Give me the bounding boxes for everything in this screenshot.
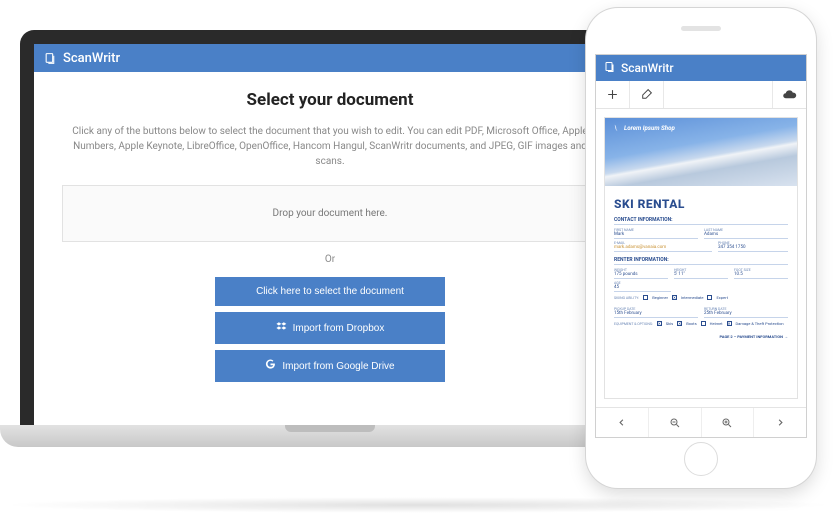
google-icon (265, 359, 276, 373)
dropzone[interactable]: Drop your document here. (62, 185, 598, 242)
app-name: ScanWritr (63, 51, 120, 66)
next-page-button[interactable] (754, 408, 806, 437)
phone-bottom-toolbar (596, 407, 806, 437)
laptop-device: ScanWritr Select your document Click any… (20, 30, 640, 447)
select-document-button[interactable]: Click here to select the document (215, 277, 445, 306)
opt-beginner: Beginner (652, 295, 668, 300)
erase-button[interactable] (630, 81, 664, 108)
document-viewport[interactable]: Lorem Ipsum Shop SKI RENTAL CONTACT INFO… (596, 109, 806, 407)
opt-helmet: Helmet (710, 321, 723, 326)
opt-protection: Damage & Theft Protection (736, 321, 784, 326)
checkbox-skis: ✕ (657, 321, 662, 326)
weight-value: 175 pounds (614, 272, 668, 279)
document-preview: Lorem Ipsum Shop SKI RENTAL CONTACT INFO… (604, 117, 798, 399)
age-value: 45 (614, 285, 671, 292)
opt-expert: Expert (716, 295, 727, 300)
zoom-out-button[interactable] (649, 408, 702, 437)
opt-intermediate: Intermediate (681, 295, 704, 300)
or-separator: Or (62, 254, 598, 265)
import-dropbox-button[interactable]: Import from Dropbox (215, 312, 445, 344)
document-body: SKI RENTAL CONTACT INFORMATION: FIRST NA… (605, 186, 797, 346)
prev-page-button[interactable] (596, 408, 649, 437)
opt-boots: Boots (686, 321, 696, 326)
phone-app-header: ScanWritr (596, 55, 806, 81)
last-name-value: Adams (704, 232, 788, 239)
pickup-value: 15th February (614, 311, 698, 318)
email-value: mark.adams@vanaia.com (614, 245, 712, 252)
scanwritr-logo-icon (44, 52, 57, 65)
laptop-bezel: ScanWritr Select your document Click any… (20, 30, 640, 425)
checkbox-helmet (701, 321, 706, 326)
phone-toolbar (596, 81, 806, 109)
scanwritr-logo-icon (604, 61, 616, 76)
phone-value: 347 354 1750 (718, 245, 788, 252)
checkbox-expert (707, 295, 712, 300)
add-button[interactable] (596, 81, 630, 108)
checkbox-beginner (643, 295, 648, 300)
opt-skis: Skis (666, 321, 673, 326)
app-header: ScanWritr (34, 44, 626, 72)
ability-label: SKIING ABILITY: (614, 296, 639, 300)
document-hero: Lorem Ipsum Shop (605, 118, 797, 186)
zoom-in-button[interactable] (702, 408, 755, 437)
dropbox-icon (276, 321, 287, 335)
app-body: Select your document Click any of the bu… (34, 72, 626, 400)
cloud-button[interactable] (772, 81, 806, 108)
checkbox-protection: ✕ (727, 321, 732, 326)
height-value: 5' 11" (674, 272, 728, 279)
laptop-base (0, 425, 660, 447)
import-buttons: Click here to select the document Import… (62, 277, 598, 382)
hero-brand-text: Lorem Ipsum Shop (624, 124, 675, 132)
checkbox-boots: ✕ (677, 321, 682, 326)
section-renter: RENTER INFORMATION: (614, 257, 788, 265)
laptop-screen: ScanWritr Select your document Click any… (34, 44, 626, 425)
page-title: Select your document (62, 90, 598, 110)
select-button-label: Click here to select the document (256, 286, 404, 297)
import-gdrive-button[interactable]: Import from Google Drive (215, 350, 445, 382)
hero-brand: Lorem Ipsum Shop (612, 123, 790, 133)
phone-device: ScanWritr Lorem Ipsum Shop (586, 8, 816, 488)
page-description: Click any of the buttons below to select… (62, 124, 598, 169)
dropbox-button-label: Import from Dropbox (293, 323, 385, 334)
foot-value: 10.5 (734, 272, 788, 279)
phone-app-name: ScanWritr (621, 61, 674, 75)
first-name-value: Mark (614, 232, 698, 239)
gdrive-button-label: Import from Google Drive (282, 361, 394, 372)
checkbox-intermediate: ✕ (672, 295, 677, 300)
phone-screen: ScanWritr Lorem Ipsum Shop (595, 54, 807, 438)
section-contact: CONTACT INFORMATION: (614, 217, 788, 225)
document-title: SKI RENTAL (614, 197, 788, 211)
page-2-link: PAGE 2 – PAYMENT INFORMATION → (614, 334, 788, 339)
equip-label: EQUIPMENT & OPTIONS: (614, 322, 653, 326)
return-value: 25th February (704, 311, 788, 318)
